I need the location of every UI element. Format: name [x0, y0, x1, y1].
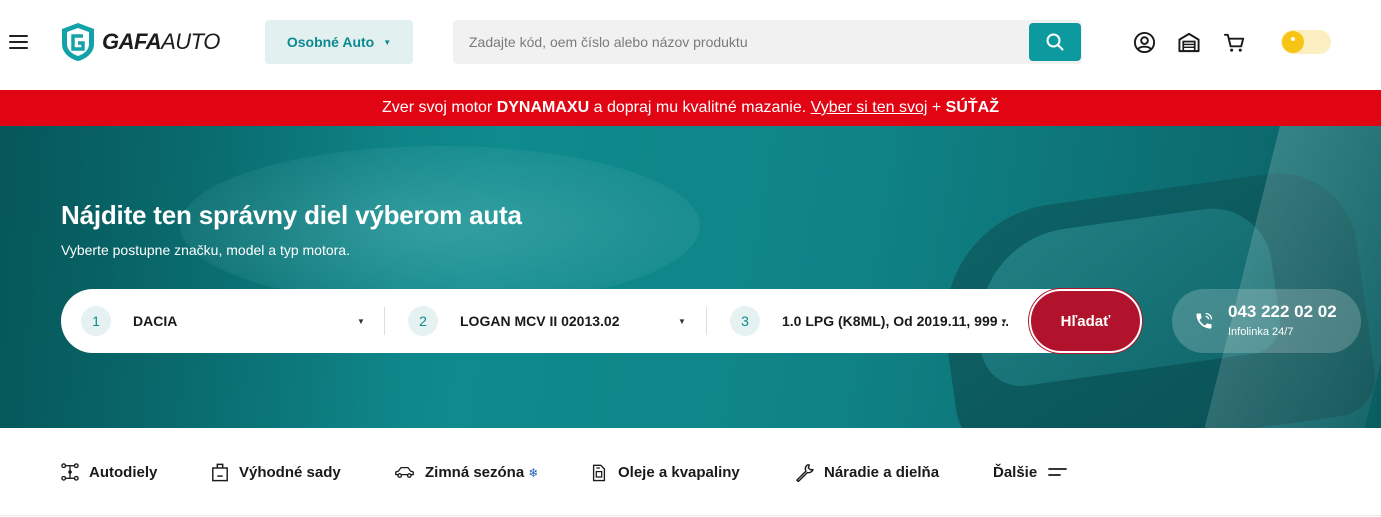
search-icon	[1046, 33, 1064, 51]
chevron-down-icon: ▼	[1000, 317, 1008, 326]
promo-contest[interactable]: SÚŤAŽ	[946, 99, 999, 117]
find-parts-button[interactable]: Hľadať	[1029, 289, 1142, 353]
divider	[706, 307, 707, 335]
snowflake-icon: ❄	[528, 465, 539, 480]
category-autodiely[interactable]: Autodiely	[61, 459, 157, 485]
category-dalsie[interactable]: Ďalšie	[993, 459, 1068, 485]
chevron-down-icon: ▼	[678, 317, 686, 326]
divider	[384, 307, 385, 335]
cart-icon	[1223, 33, 1244, 52]
user-icon	[1133, 31, 1155, 53]
model-select[interactable]: 2 LOGAN MCV II 02013.02 ▼	[408, 289, 698, 353]
site-logo[interactable]: GAFAAUTO	[60, 22, 220, 62]
box-icon	[212, 463, 228, 481]
category-vyhodne-sady[interactable]: Výhodné sady	[211, 459, 341, 485]
phone-label: Infolinka 24/7	[1228, 326, 1294, 338]
category-nav: Autodiely Výhodné sady Zimná sezóna ❄ Ol…	[0, 428, 1381, 516]
parts-icon	[61, 463, 79, 481]
hotline-box[interactable]: 043 222 02 02 Infolinka 24/7	[1172, 289, 1361, 353]
step-number: 1	[81, 306, 111, 336]
hero-banner: Nájdite ten správny diel výberom auta Vy…	[0, 126, 1381, 428]
promo-link[interactable]: Vyber si ten svoj	[811, 99, 928, 117]
engine-value: 1.0 LPG (K8ML), Od 2019.11, 999 ...	[782, 313, 1008, 329]
user-account-button[interactable]	[1132, 30, 1156, 54]
category-label: Náradie a dielňa	[824, 463, 940, 481]
site-header: GAFAAUTO Osobné Auto ▼	[0, 0, 1381, 90]
category-label: Ďalšie	[993, 463, 1038, 481]
brand-value: DACIA	[133, 313, 178, 329]
oil-can-icon	[592, 464, 606, 481]
category-label: Výhodné sady	[239, 463, 341, 481]
search-input[interactable]	[453, 20, 1023, 64]
category-zimna-sezona[interactable]: Zimná sezóna ❄	[394, 459, 538, 485]
phone-icon	[1196, 312, 1213, 329]
promo-bar: Zver svoj motor DYNAMAXU a dopraj mu kva…	[0, 90, 1381, 126]
category-label: Zimná sezóna ❄	[425, 463, 539, 481]
category-naradie-dielna[interactable]: Náradie a dielňa	[795, 459, 939, 485]
hero-title: Nájdite ten správny diel výberom auta	[61, 200, 522, 230]
vehicle-type-dropdown[interactable]: Osobné Auto ▼	[265, 20, 413, 64]
promo-brand: DYNAMAXU	[496, 99, 590, 116]
menu-icon[interactable]	[9, 35, 28, 49]
category-label: Autodiely	[89, 463, 158, 481]
phone-number: 043 222 02 02	[1228, 302, 1337, 321]
sun-icon	[1282, 31, 1304, 53]
chevron-down-icon: ▼	[383, 37, 392, 47]
chevron-down-icon: ▼	[357, 317, 365, 326]
search-bar	[453, 20, 1082, 64]
car-selector: 1 DACIA ▼ 2 LOGAN MCV II 02013.02 ▼ 3 1.…	[61, 289, 1142, 353]
promo-text-pre: Zver svoj motor	[382, 99, 497, 116]
promo-text-mid: a dopraj mu kvalitné mazanie.	[589, 99, 811, 116]
logo-shield-icon	[62, 23, 94, 61]
hero-subtitle: Vyberte postupne značku, model a typ mot…	[61, 242, 350, 258]
car-icon	[395, 466, 414, 478]
theme-toggle[interactable]	[1281, 30, 1331, 54]
vehicle-type-label: Osobné Auto	[286, 34, 375, 50]
model-value: LOGAN MCV II 02013.02	[460, 313, 620, 329]
step-number: 3	[730, 306, 760, 336]
cart-button[interactable]	[1222, 30, 1246, 54]
wrench-icon	[796, 463, 814, 482]
step-number: 2	[408, 306, 438, 336]
garage-icon	[1178, 32, 1200, 52]
logo-text: GAFAAUTO	[102, 29, 220, 54]
brand-select[interactable]: 1 DACIA ▼	[81, 289, 371, 353]
search-button[interactable]	[1029, 23, 1081, 61]
garage-button[interactable]	[1177, 30, 1201, 54]
category-label: Oleje a kvapaliny	[618, 463, 740, 481]
engine-select[interactable]: 3 1.0 LPG (K8ML), Od 2019.11, 999 ... ▼	[730, 289, 1015, 353]
more-lines-icon	[1048, 468, 1068, 476]
promo-plus: +	[927, 99, 946, 116]
category-oleje-kvapaliny[interactable]: Oleje a kvapaliny	[590, 459, 740, 485]
